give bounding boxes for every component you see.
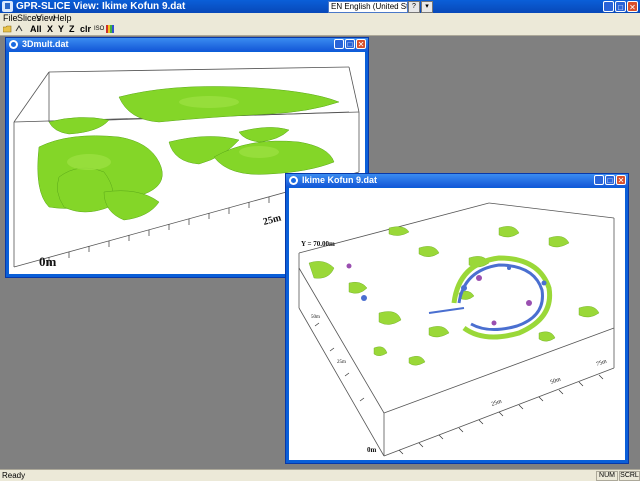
window-ikime-kofun-close-button[interactable]: ✕ <box>616 175 626 185</box>
axis-tick-75m: 75m <box>596 358 608 367</box>
window-ikime-kofun-maximize-button[interactable]: □ <box>605 175 615 185</box>
status-text: Ready <box>2 471 26 480</box>
toolbar: All X Y Z clr ISO <box>0 23 640 36</box>
window-3dmult-minimize-button[interactable]: _ <box>334 39 344 49</box>
depth-tick-25m: 25m <box>337 360 346 365</box>
toolbar-all-button[interactable]: All <box>30 23 42 35</box>
window-3dmult-maximize-button[interactable]: □ <box>345 39 355 49</box>
window-ikime-kofun-canvas[interactable]: Y = 70.00m 0m 25m 50m 75m 50m 25m <box>289 188 625 460</box>
origin-label: 0m <box>367 446 377 454</box>
toolbar-z-button[interactable]: Z <box>69 23 75 35</box>
origin-label: 0m <box>39 254 57 269</box>
language-dropdown-button[interactable]: ▾ <box>421 1 433 13</box>
toolbar-y-button[interactable]: Y <box>58 23 64 35</box>
color-palette-icon[interactable] <box>106 25 114 33</box>
maximize-button[interactable]: □ <box>615 1 626 12</box>
language-selector[interactable]: EN English (United States) <box>328 1 408 13</box>
window-ikime-kofun-title-bar[interactable]: Ikime Kofun 9.dat _ □ ✕ <box>286 174 628 187</box>
toolbar-iso-button[interactable]: ISO <box>94 23 104 35</box>
window-3dmult-title: 3Dmult.dat <box>22 39 69 49</box>
window-ikime-kofun-minimize-button[interactable]: _ <box>594 175 604 185</box>
depth-tick-50m: 50m <box>311 315 320 320</box>
window-3dmult-close-button[interactable]: ✕ <box>356 39 366 49</box>
window-icon <box>289 176 298 185</box>
main-title-bar: GPR-SLICE View: Ikime Kofun 9.dat EN Eng… <box>0 0 640 13</box>
menu-help[interactable]: Help <box>53 13 72 23</box>
window-3dmult-title-bar[interactable]: 3Dmult.dat _ □ ✕ <box>6 38 368 51</box>
open-folder-icon[interactable] <box>3 25 12 33</box>
menu-bar: File Slices View Help <box>0 13 640 23</box>
app-title: GPR-SLICE View: Ikime Kofun 9.dat <box>16 1 186 12</box>
window-icon <box>9 40 18 49</box>
window-ikime-kofun[interactable]: Ikime Kofun 9.dat _ □ ✕ Y = 70.00m 0m 25… <box>285 173 629 464</box>
toolbar-clr-button[interactable]: clr <box>80 23 91 35</box>
rotate-icon[interactable] <box>15 25 24 33</box>
status-bar: Ready NUM SCRL <box>0 469 640 481</box>
app-icon[interactable] <box>2 1 13 12</box>
axis-tick-25m: 25m <box>491 398 503 407</box>
window-ikime-kofun-title: Ikime Kofun 9.dat <box>302 175 378 185</box>
language-help-button[interactable]: ? <box>408 1 420 13</box>
menu-file[interactable]: File <box>3 13 18 23</box>
scale-label-25m: 25m <box>262 212 283 228</box>
slice-3d-view[interactable]: Y = 70.00m 0m 25m 50m 75m 50m 25m <box>289 188 625 460</box>
minimize-button[interactable]: _ <box>603 1 614 12</box>
slice-position-label: Y = 70.00m <box>301 240 335 248</box>
axis-tick-50m: 50m <box>550 376 562 385</box>
toolbar-x-button[interactable]: X <box>47 23 53 35</box>
close-button[interactable]: ✕ <box>627 1 638 12</box>
